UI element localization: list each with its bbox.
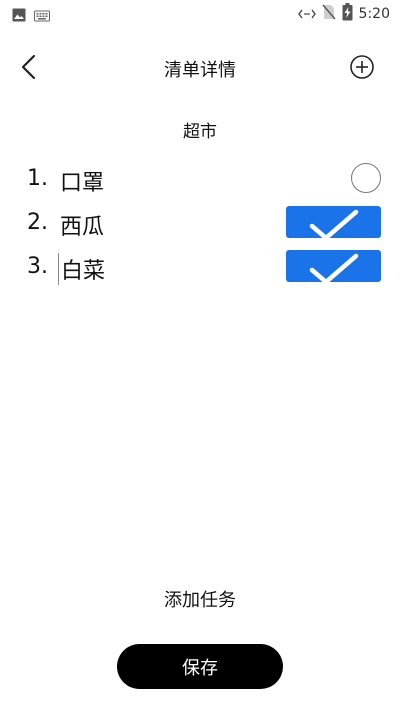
list-item: 1. 口罩 xyxy=(0,160,400,204)
checkmark-icon xyxy=(309,253,359,282)
page-title: 清单详情 xyxy=(164,60,236,81)
add-button[interactable] xyxy=(349,54,375,80)
list-name: 超市 xyxy=(183,122,217,142)
image-icon xyxy=(12,7,26,26)
item-checkbox-unchecked[interactable] xyxy=(351,163,381,193)
status-bar-right: 5:20 xyxy=(297,3,390,25)
data-arrows-icon xyxy=(297,5,316,24)
item-text[interactable]: 西瓜 xyxy=(60,209,104,241)
item-index: 3. xyxy=(27,254,48,279)
no-sim-icon xyxy=(322,4,336,24)
task-list: 1. 口罩 2. 西瓜 3. 白菜 xyxy=(0,160,400,292)
checkmark-icon xyxy=(309,209,359,238)
save-button[interactable]: 保存 xyxy=(117,644,283,689)
item-index: 2. xyxy=(27,210,48,235)
list-item: 3. 白菜 xyxy=(0,248,400,292)
header: 清单详情 xyxy=(0,44,400,90)
add-task-button[interactable]: 添加任务 xyxy=(0,586,400,612)
item-checkbox-checked[interactable] xyxy=(286,206,381,238)
item-checkbox-checked[interactable] xyxy=(286,250,381,282)
item-index: 1. xyxy=(27,166,48,191)
status-time: 5:20 xyxy=(358,6,390,22)
item-text[interactable]: 白菜 xyxy=(58,253,105,285)
plus-circle-icon xyxy=(350,55,374,79)
status-bar: 5:20 xyxy=(0,0,400,28)
status-bar-left xyxy=(12,7,50,26)
list-item: 2. 西瓜 xyxy=(0,204,400,248)
keyboard-icon xyxy=(34,7,50,26)
item-text[interactable]: 口罩 xyxy=(60,165,104,197)
battery-charging-icon xyxy=(342,3,353,25)
